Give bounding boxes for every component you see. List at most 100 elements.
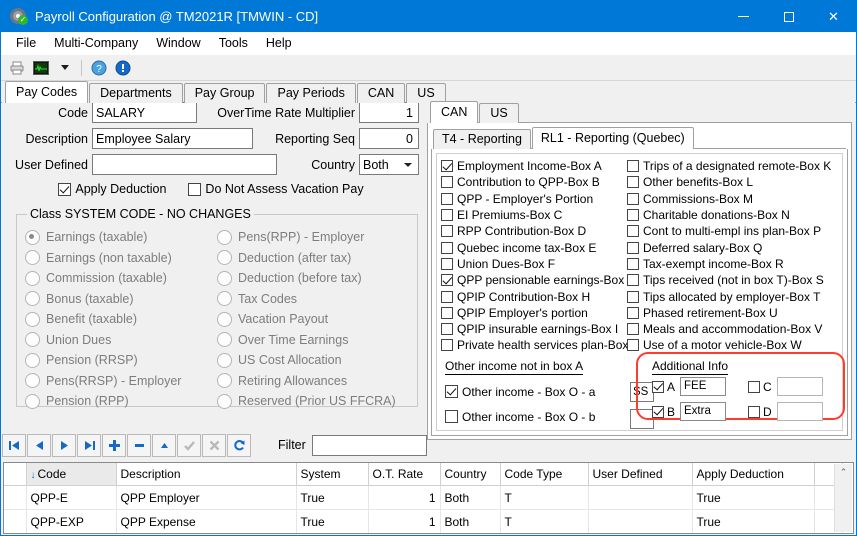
checkbox-other-income-box-o-b[interactable]: Other income - Box O - b bbox=[445, 404, 625, 429]
checkbox-ei-premiums-box-c[interactable]: EI Premiums-Box C bbox=[441, 207, 627, 223]
radio-tax-codes[interactable]: Tax Codes bbox=[217, 289, 409, 310]
radio-pens-rrsp-employer[interactable]: Pens(RRSP) - Employer bbox=[25, 371, 217, 392]
checkbox-qpp-employers-portion[interactable]: QPP - Employer's Portion bbox=[441, 191, 627, 207]
filter-input[interactable] bbox=[312, 435, 427, 456]
tab-rl1-reporting-quebec[interactable]: RL1 - Reporting (Quebec) bbox=[532, 127, 694, 149]
column-header-code-type[interactable]: Code Type bbox=[500, 463, 588, 486]
next-record-button[interactable] bbox=[52, 434, 76, 457]
row-selector[interactable] bbox=[4, 486, 26, 510]
overtime-rate-input[interactable]: 1 bbox=[359, 102, 419, 123]
radio-vacation-payout[interactable]: Vacation Payout bbox=[217, 309, 409, 330]
close-button[interactable]: ✕ bbox=[811, 1, 856, 32]
column-header-system[interactable]: System bbox=[296, 463, 368, 486]
menu-window[interactable]: Window bbox=[147, 34, 209, 52]
cancel-record-button[interactable] bbox=[202, 434, 226, 457]
radio-us-cost-allocation[interactable]: US Cost Allocation bbox=[217, 350, 409, 371]
radio-retiring-allowances[interactable]: Retiring Allowances bbox=[217, 371, 409, 392]
country-select[interactable]: Both bbox=[359, 154, 419, 175]
tab-can[interactable]: CAN bbox=[357, 83, 405, 103]
radio-commission-taxable[interactable]: Commission (taxable) bbox=[25, 268, 217, 289]
reporting-seq-input[interactable]: 0 bbox=[359, 128, 419, 149]
first-record-button[interactable] bbox=[2, 434, 26, 457]
column-header-user-defined[interactable]: User Defined bbox=[588, 463, 692, 486]
table-row[interactable]: RPP-EXP RPP - Expense True 1 Both T True bbox=[4, 534, 842, 535]
radio-earnings-taxable[interactable]: Earnings (taxable) bbox=[25, 227, 217, 248]
description-input[interactable]: Employee Salary bbox=[92, 128, 253, 149]
tab-us[interactable]: US bbox=[406, 83, 445, 103]
checkbox-tips-received-box-s[interactable]: Tips received (not in box T)-Box S bbox=[627, 272, 823, 288]
checkbox-phased-retirement-box-u[interactable]: Phased retirement-Box U bbox=[627, 305, 823, 321]
delete-record-button[interactable] bbox=[127, 434, 151, 457]
row-selector[interactable] bbox=[4, 534, 26, 535]
grid-view-button[interactable] bbox=[30, 57, 52, 78]
checkbox-other-income-box-o-a[interactable]: Other income - Box O - a bbox=[445, 379, 625, 404]
radio-pension-rpp[interactable]: Pension (RPP) bbox=[25, 391, 217, 412]
radio-over-time-earnings[interactable]: Over Time Earnings bbox=[217, 330, 409, 351]
checkbox-qpip-contribution-box-h[interactable]: QPIP Contribution-Box H bbox=[441, 288, 627, 304]
column-header-country[interactable]: Country bbox=[440, 463, 500, 486]
checkbox-qpp-pensionable-earnings-box-g[interactable]: QPP pensionable earnings-Box G bbox=[441, 272, 627, 288]
checkbox-deferred-salary-box-q[interactable]: Deferred salary-Box Q bbox=[627, 239, 823, 255]
additional-info-c-input[interactable] bbox=[777, 377, 823, 396]
menu-tools[interactable]: Tools bbox=[210, 34, 257, 52]
row-selector[interactable] bbox=[4, 510, 26, 534]
tab-pay-periods[interactable]: Pay Periods bbox=[266, 83, 355, 103]
tab-us[interactable]: US bbox=[479, 103, 518, 123]
menu-file[interactable]: File bbox=[7, 34, 45, 52]
tab-t4-reporting[interactable]: T4 - Reporting bbox=[433, 129, 531, 149]
do-not-assess-vacation-pay-checkbox[interactable]: Do Not Assess Vacation Pay bbox=[188, 182, 363, 196]
checkbox-union-dues-box-f[interactable]: Union Dues-Box F bbox=[441, 256, 627, 272]
checkbox-tax-exempt-income-box-r[interactable]: Tax-exempt income-Box R bbox=[627, 256, 823, 272]
checkbox-tips-allocated-by-employer-box-t[interactable]: Tips allocated by employer-Box T bbox=[627, 288, 823, 304]
last-record-button[interactable] bbox=[77, 434, 101, 457]
additional-info-b-input[interactable]: Extra bbox=[680, 402, 726, 421]
help-button[interactable]: ? bbox=[88, 57, 110, 78]
tab-departments[interactable]: Departments bbox=[89, 83, 183, 103]
checkbox-private-health-services-plan-box-j[interactable]: Private health services plan-Box J bbox=[441, 337, 627, 353]
checkbox-charitable-donations-box-n[interactable]: Charitable donations-Box N bbox=[627, 207, 823, 223]
column-header-apply-deduction[interactable]: Apply Deduction bbox=[692, 463, 814, 486]
print-button[interactable] bbox=[6, 57, 28, 78]
scroll-up-icon[interactable]: ⌃ bbox=[835, 464, 852, 481]
apply-deduction-checkbox[interactable]: Apply Deduction bbox=[58, 182, 166, 196]
refresh-button[interactable] bbox=[227, 434, 251, 457]
checkbox-trips-designated-remote-box-k[interactable]: Trips of a designated remote-Box K bbox=[627, 158, 823, 174]
grid-vertical-scrollbar[interactable]: ⌃ bbox=[834, 464, 852, 532]
toolbar-dropdown-button[interactable] bbox=[54, 57, 76, 78]
checkbox-other-benefits-box-l[interactable]: Other benefits-Box L bbox=[627, 174, 823, 190]
tab-pay-group[interactable]: Pay Group bbox=[184, 83, 266, 103]
table-row[interactable]: QPP-E QPP Employer True 1 Both T True bbox=[4, 486, 842, 510]
additional-info-d-input[interactable] bbox=[777, 402, 823, 421]
checkbox-additional-info-c[interactable] bbox=[748, 381, 760, 393]
checkbox-additional-info-b[interactable] bbox=[652, 406, 664, 418]
info-button[interactable] bbox=[112, 57, 134, 78]
menu-help[interactable]: Help bbox=[257, 34, 301, 52]
column-header-ot-rate[interactable]: O.T. Rate bbox=[368, 463, 440, 486]
checkbox-quebec-income-tax-box-e[interactable]: Quebec income tax-Box E bbox=[441, 239, 627, 255]
checkbox-meals-and-accommodation-box-v[interactable]: Meals and accommodation-Box V bbox=[627, 321, 823, 337]
radio-bonus-taxable[interactable]: Bonus (taxable) bbox=[25, 289, 217, 310]
additional-info-a-input[interactable]: FEE bbox=[680, 377, 726, 396]
tab-pay-codes[interactable]: Pay Codes bbox=[5, 81, 88, 103]
radio-deduction-after-tax[interactable]: Deduction (after tax) bbox=[217, 248, 409, 269]
radio-benefit-taxable[interactable]: Benefit (taxable) bbox=[25, 309, 217, 330]
table-row[interactable]: QPP-EXP QPP Expense True 1 Both T True bbox=[4, 510, 842, 534]
radio-union-dues[interactable]: Union Dues bbox=[25, 330, 217, 351]
radio-earnings-non-taxable[interactable]: Earnings (non taxable) bbox=[25, 248, 217, 269]
radio-pension-rrsp[interactable]: Pension (RRSP) bbox=[25, 350, 217, 371]
minimize-button[interactable] bbox=[721, 1, 766, 32]
radio-pens-rpp-employer[interactable]: Pens(RPP) - Employer bbox=[217, 227, 409, 248]
column-header-code[interactable]: ↓Code bbox=[26, 463, 116, 486]
column-header-description[interactable]: Description bbox=[116, 463, 296, 486]
checkbox-qpip-insurable-earnings-box-i[interactable]: QPIP insurable earnings-Box I bbox=[441, 321, 627, 337]
checkbox-additional-info-d[interactable] bbox=[748, 406, 760, 418]
add-record-button[interactable] bbox=[102, 434, 126, 457]
checkbox-additional-info-a[interactable] bbox=[652, 381, 664, 393]
edit-record-button[interactable] bbox=[152, 434, 176, 457]
checkbox-employment-income-box-a[interactable]: Employment Income-Box A bbox=[441, 158, 627, 174]
radio-deduction-before-tax[interactable]: Deduction (before tax) bbox=[217, 268, 409, 289]
accept-record-button[interactable] bbox=[177, 434, 201, 457]
user-defined-input[interactable] bbox=[92, 154, 277, 175]
maximize-button[interactable] bbox=[766, 1, 811, 32]
menu-multi-company[interactable]: Multi-Company bbox=[45, 34, 147, 52]
